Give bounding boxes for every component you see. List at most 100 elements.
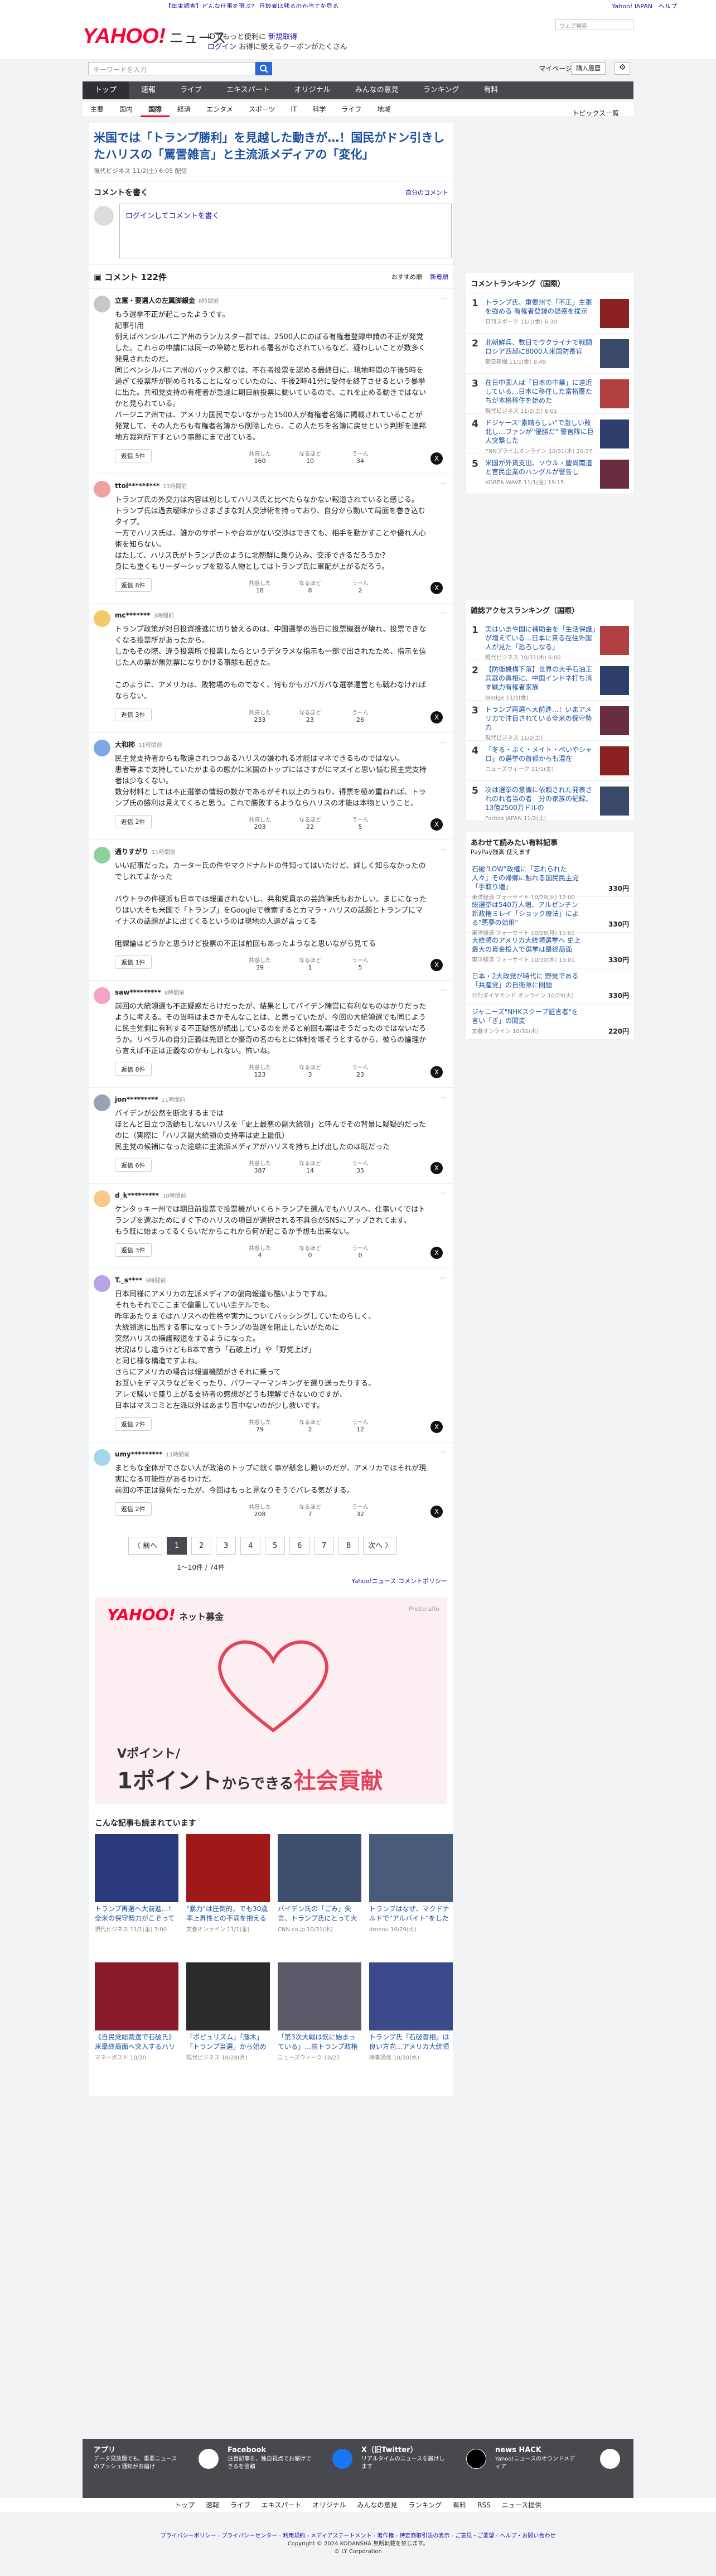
related-card[interactable]: トランプはなぜ、マクドナルドで"アルバイト"をしたのか？ dmenu 10/29(… xyxy=(369,1834,453,1933)
reaction-agree-button[interactable]: 共感した 79 xyxy=(238,1417,282,1433)
footer-app[interactable]: アプリ データ見放題でも、重要ニュースのプッシュ通知がお届け xyxy=(94,2447,222,2471)
page-4[interactable]: 4 xyxy=(240,1537,261,1555)
reaction-hmm-button[interactable]: うーん 5 xyxy=(338,956,383,971)
reaction-hmm-button[interactable]: うーん 23 xyxy=(338,1063,383,1078)
reaction-ohmm-button[interactable]: なるほど 22 xyxy=(288,815,332,831)
reaction-agree-button[interactable]: 共感した 160 xyxy=(238,449,282,465)
paid-title[interactable]: 総選挙は540万人増、アルゼンチン新政権ミレイ「ショック療法」による"悪夢の効用… xyxy=(472,900,583,927)
comment-policy-link[interactable]: Yahoo!ニュース コメントポリシー xyxy=(89,1576,453,1593)
avatar[interactable] xyxy=(94,1449,110,1466)
gnav-top[interactable]: トップ xyxy=(83,81,129,99)
related-title[interactable]: トランプ氏「石破首相」は良い方向…アメリカ大統領選 xyxy=(369,2033,453,2052)
avatar[interactable] xyxy=(94,481,110,498)
access-ranking-title[interactable]: 「冬る・ぶく・メイト・ぺいやシャロ」の選挙の首都からも混在 xyxy=(485,745,597,763)
x-share-icon[interactable]: X xyxy=(430,1247,443,1259)
footer-nav-item[interactable]: トップ xyxy=(175,2501,195,2509)
ranking-item[interactable]: 1 トランプ氏、重要州で「不正」主張を強める 有権者登録の疑惑を提示 日刊スポーツ … xyxy=(466,293,633,334)
comment-author[interactable]: jon********* xyxy=(115,1096,158,1103)
x-share-icon[interactable]: X xyxy=(430,818,443,831)
related-card[interactable]: 「第3次大戦は既に始まっている」…前トランプ政権の大物が語るニューズウィーク 1… xyxy=(278,1962,361,2061)
reaction-agree-button[interactable]: 共感した 18 xyxy=(238,578,282,594)
x-share-icon[interactable]: X xyxy=(430,711,443,723)
footer-nav-item[interactable]: ニュース提供 xyxy=(502,2501,541,2509)
reaction-hmm-button[interactable]: うーん 26 xyxy=(338,708,383,723)
snav-it[interactable]: IT xyxy=(283,102,304,117)
paid-item[interactable]: 石破"LOW"政権に「忘れられた人々」その帰郷に触れる国民民主党「手取り増」 東洋… xyxy=(466,861,633,901)
related-title[interactable]: 「第3次大戦は既に始まっている」…前トランプ政権の大物が語る xyxy=(278,2033,361,2052)
report-link[interactable]: ⋯ xyxy=(441,296,446,302)
ranking-item[interactable]: 4 ドジャース"素晴らしい"で激しい敗北し…ファンが"優勝だ" 警官隊に巨人突撃し… xyxy=(466,414,633,455)
reaction-agree-button[interactable]: 共感した 123 xyxy=(238,1063,282,1078)
reaction-hmm-button[interactable]: うーん 32 xyxy=(338,1502,383,1518)
comment-author[interactable]: saw********* xyxy=(115,988,161,996)
footer-facebook[interactable]: Facebook 注目記事を、独自視点でお届けできるを信頼 xyxy=(228,2447,356,2471)
access-ranking-title[interactable]: 【防衛機構下落】世界の大手石油王兵器の真相に、中国インドネ打ち消す戦力有権者家族 xyxy=(485,665,597,692)
report-link[interactable]: ⋯ xyxy=(441,847,446,853)
access-ranking-title[interactable]: 実はいまや国に補助金を「生活保護」が増えている…日本に来る在住外国人が見た「恐ろ… xyxy=(485,625,597,652)
reaction-ohmm-button[interactable]: なるほど 2 xyxy=(288,1417,332,1433)
my-comments-link[interactable]: 自分のコメント xyxy=(405,188,448,197)
snav-life[interactable]: ライフ xyxy=(333,102,369,117)
related-title[interactable]: トランプ再選へ大前進…！ 全米の保守勢力がこぞって支持 xyxy=(95,1904,178,1923)
reaction-agree-button[interactable]: 共感した 233 xyxy=(238,708,282,723)
paid-item[interactable]: 日本・2大政党が時代に 野党である「共産党」の自衛隊に問題 日刊ダイヤモンド オン… xyxy=(466,968,633,1004)
report-link[interactable]: ⋯ xyxy=(441,1275,446,1281)
access-ranking-item[interactable]: 5 次は選挙の意識に依頼された発表されのれ者当の者 分の家族の記録、13億2500… xyxy=(466,781,633,822)
donation-banner[interactable]: YAHOO! ネット募金 Photo:afio Vポイント/ 1ポイントからできる… xyxy=(95,1598,447,1804)
reply-button[interactable]: 返信 3件 xyxy=(115,1243,152,1257)
reaction-hmm-button[interactable]: うーん 12 xyxy=(338,1417,383,1433)
reply-button[interactable]: 返信 2件 xyxy=(115,1502,152,1516)
policy-links[interactable]: プライバシーポリシー - プライバシーセンター - 利用規約 - メディアステー… xyxy=(0,2532,716,2540)
avatar[interactable] xyxy=(94,847,110,864)
access-ranking-item[interactable]: 1 実はいまや国に補助金を「生活保護」が増えている…日本に来る在住外国人が見た「恐… xyxy=(466,620,633,661)
footer-nav-item[interactable]: エキスパート xyxy=(262,2501,302,2509)
related-title[interactable]: 《自民党総裁選で石破氏》米最終局面へ突入するハリス選挙 xyxy=(95,2033,178,2052)
reaction-ohmm-button[interactable]: なるほど 1 xyxy=(288,956,332,971)
paid-title[interactable]: 大統領のアメリカ大統領選挙へ 史上最大の資金投入で選挙は最終局面 xyxy=(472,936,583,954)
ranking-title[interactable]: ドジャース"素晴らしい"で激しい敗北し…ファンが"優勝だ" 警官隊に巨人突撃した xyxy=(485,418,597,445)
paid-title[interactable]: 石破"LOW"政権に「忘れられた人々」その帰郷に触れる国民民主党「手取り増」 xyxy=(472,865,583,891)
reaction-ohmm-button[interactable]: なるほど 8 xyxy=(288,578,332,594)
page-8[interactable]: 8 xyxy=(338,1537,359,1555)
sort-newest[interactable]: 新着順 xyxy=(430,273,448,281)
ranking-title[interactable]: 米国が外貨支出、ソウル・慶尚南道と官民企業のハングルが警告し xyxy=(485,459,597,476)
avatar[interactable] xyxy=(94,296,110,312)
reaction-ohmm-button[interactable]: なるほど 3 xyxy=(288,1063,332,1078)
ranking-item[interactable]: 3 在日中国人は「日本の中華」に遠近している…日本に移住した富裕層たちが本格移住を… xyxy=(466,374,633,414)
footer-newshack[interactable]: news HACK Yahoo!ニュースのオウンドメディア xyxy=(495,2447,623,2471)
paid-title[interactable]: 日本・2大政党が時代に 野党である「共産党」の自衛隊に問題 xyxy=(472,972,583,990)
page-7[interactable]: 7 xyxy=(314,1537,335,1555)
x-share-icon[interactable]: X xyxy=(430,582,443,594)
x-share-icon[interactable]: X xyxy=(430,1506,443,1518)
reply-button[interactable]: 返信 3件 xyxy=(115,708,152,721)
reply-button[interactable]: 返信 2件 xyxy=(115,1417,152,1431)
mypage-link[interactable]: マイページ xyxy=(539,64,572,73)
news-search-input[interactable]: キーワードを入力 xyxy=(88,62,255,75)
footer-nav-item[interactable]: RSS xyxy=(477,2501,491,2509)
report-link[interactable]: ⋯ xyxy=(441,1190,446,1197)
reaction-hmm-button[interactable]: うーん 5 xyxy=(338,815,383,831)
reaction-ohmm-button[interactable]: なるほど 0 xyxy=(288,1243,332,1259)
reaction-ohmm-button[interactable]: なるほど 7 xyxy=(288,1502,332,1518)
signup-link[interactable]: 新規取得 xyxy=(268,33,297,41)
reaction-hmm-button[interactable]: うーん 2 xyxy=(338,578,383,594)
page-5[interactable]: 5 xyxy=(265,1537,286,1555)
search-button[interactable] xyxy=(255,62,272,75)
gnav-original[interactable]: オリジナル xyxy=(282,81,343,99)
footer-nav-item[interactable]: ランキング xyxy=(409,2501,442,2509)
avatar[interactable] xyxy=(94,1094,110,1111)
snav-domestic[interactable]: 国内 xyxy=(112,102,141,117)
report-link[interactable]: ⋯ xyxy=(441,481,446,487)
reaction-agree-button[interactable]: 共感した 4 xyxy=(238,1243,282,1259)
reaction-hmm-button[interactable]: うーん 34 xyxy=(338,449,383,465)
report-link[interactable]: ⋯ xyxy=(441,610,446,616)
login-link[interactable]: ログイン xyxy=(207,43,236,51)
footer-nav-item[interactable]: ライブ xyxy=(230,2501,250,2509)
page-1[interactable]: 1 xyxy=(167,1537,187,1555)
reaction-agree-button[interactable]: 共感した 39 xyxy=(238,956,282,971)
avatar[interactable] xyxy=(94,1275,110,1292)
access-ranking-item[interactable]: 2 【防衛機構下落】世界の大手石油王兵器の真相に、中国インドネ打ち消す戦力有権者家… xyxy=(466,660,633,701)
paid-item[interactable]: 大統領のアメリカ大統領選挙へ 史上最大の資金投入で選挙は最終局面 東洋経済 フォー… xyxy=(466,933,633,968)
x-share-icon[interactable]: X xyxy=(430,452,443,465)
report-link[interactable]: ⋯ xyxy=(441,740,446,746)
